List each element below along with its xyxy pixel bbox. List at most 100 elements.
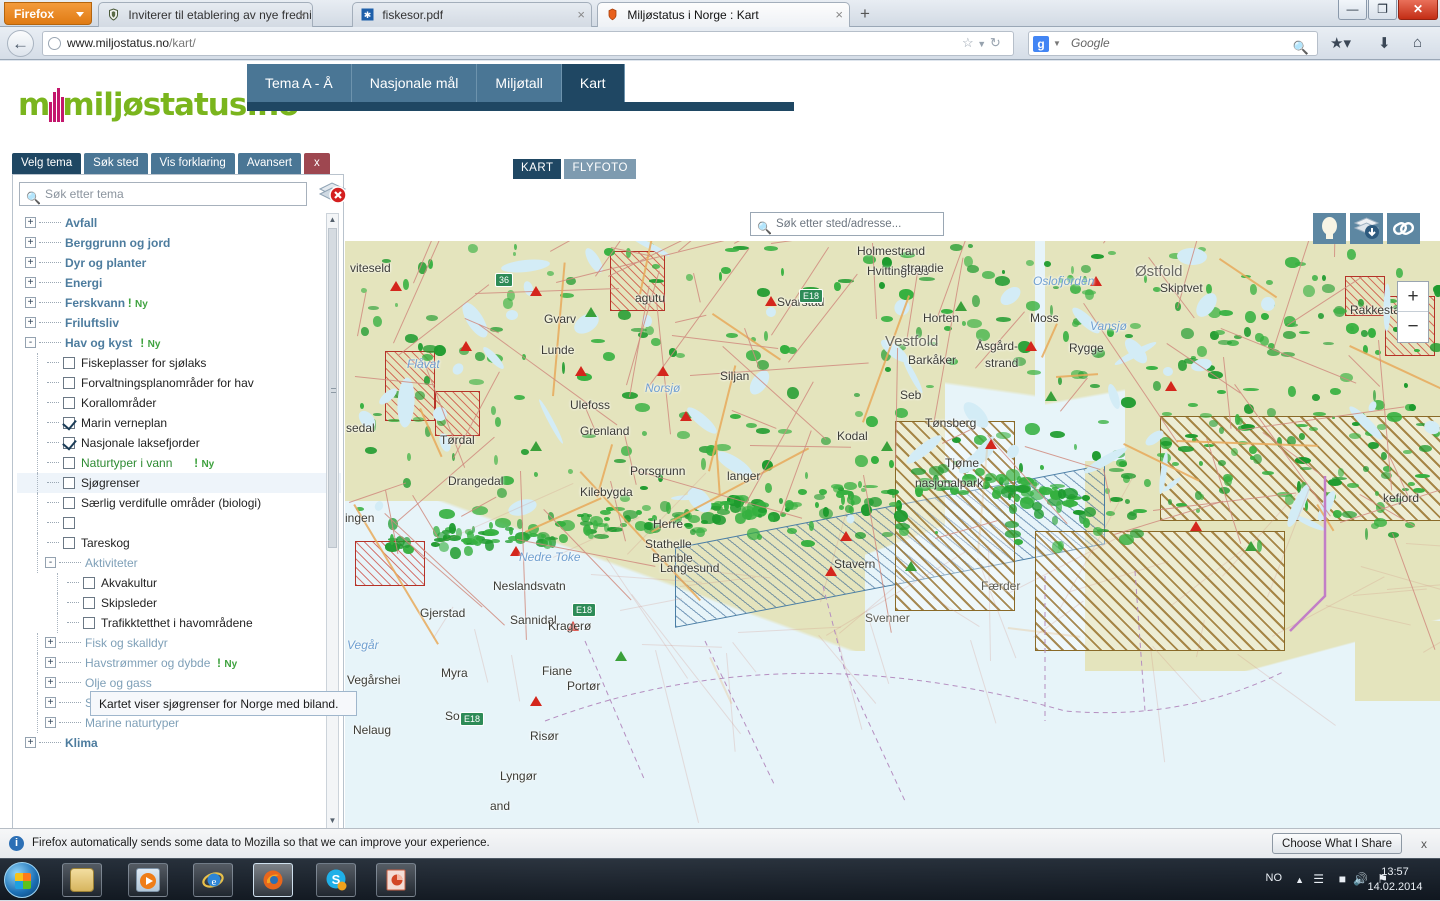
tree-category-row[interactable]: + Berggrunn og jord [17,233,341,253]
lightbulb-icon[interactable] [1313,213,1346,244]
tab-sok-sted[interactable]: Søk sted [84,153,148,174]
close-panel-button[interactable]: x [304,153,330,174]
map-mode-kart[interactable]: KART [513,159,562,179]
tree-category-row[interactable]: + Dyr og planter [17,253,341,273]
tree-category-row[interactable]: + Marine naturtyper [17,713,341,733]
tab-velg-tema[interactable]: Velg tema [12,153,82,174]
tab-close-icon[interactable]: × [577,3,585,27]
collapse-icon[interactable]: - [45,557,56,568]
tree-category-row[interactable]: - Hav og kyst ! Ny [17,333,341,353]
map-mode-flyfoto[interactable]: FLYFOTO [564,159,636,179]
powerpoint-icon[interactable] [376,863,416,897]
scroll-down-icon[interactable]: ▼ [327,815,338,828]
link-share-icon[interactable] [1387,213,1420,244]
back-button[interactable]: ← [7,30,34,57]
nav-item-nasjonale-mal[interactable]: Nasjonale mål [351,64,478,102]
firefox-icon[interactable] [253,863,293,897]
media-player-icon[interactable] [128,863,168,897]
layer-checkbox[interactable] [63,437,75,449]
expand-icon[interactable]: + [25,257,36,268]
theme-tree-scrollbar[interactable]: ▲ ▼ [326,213,339,828]
search-bar[interactable]: g ▼ Google 🔍 [1028,31,1318,56]
layer-checkbox[interactable] [63,357,75,369]
tree-layer-row[interactable]: Særlig verdifulle områder (biologi) [17,493,341,513]
layer-checkbox[interactable] [63,497,75,509]
map-zoom-control[interactable]: + − [1397,281,1429,343]
tab-close-icon[interactable]: × [835,3,843,27]
tree-layer-row[interactable]: Korallområder [17,393,341,413]
tab-avansert[interactable]: Avansert [237,153,301,174]
tree-category-row[interactable]: + Olje og gass [17,673,341,693]
internet-explorer-icon[interactable]: e [193,863,233,897]
nav-item-tema[interactable]: Tema A - Å [247,64,352,102]
tab-vis-forklaring[interactable]: Vis forklaring [150,153,235,174]
minimize-button[interactable]: — [1338,0,1367,20]
tree-category-row[interactable]: + Klima [17,733,341,753]
tree-layer-row[interactable]: Akvakultur [17,573,341,593]
zoom-out-button[interactable]: − [1398,312,1428,342]
layer-checkbox[interactable] [63,517,75,529]
browser-tab-2[interactable]: ✱ fiskesor.pdf × [352,2,592,27]
collapse-icon[interactable]: - [25,337,36,348]
tree-category-row[interactable]: + Avfall [17,213,341,233]
tree-layer-row[interactable]: Forvaltningsplanområder for hav [17,373,341,393]
tree-layer-row[interactable]: Marin verneplan [17,413,341,433]
layer-checkbox[interactable] [63,397,75,409]
network-icon[interactable]: ☰ [1313,872,1324,886]
tree-category-row[interactable]: - Aktiviteter [17,553,341,573]
notification-close-icon[interactable]: x [1421,837,1427,851]
tab-close-icon[interactable]: × [298,3,306,27]
search-icon[interactable]: 🔍 [1293,36,1309,59]
close-button[interactable]: ✕ [1398,0,1438,20]
explorer-icon[interactable] [62,863,102,897]
tree-category-row[interactable]: + Friluftsliv [17,313,341,333]
expand-icon[interactable]: + [25,317,36,328]
new-tab-button[interactable]: + [854,4,876,25]
home-icon[interactable]: ⌂ [1413,34,1422,51]
layer-checkbox[interactable] [83,597,95,609]
url-bar[interactable]: www.miljostatus.no/kart/ [42,31,1014,56]
layers-remove-icon[interactable] [317,178,349,208]
expand-icon[interactable]: + [45,717,56,728]
tree-layer-row[interactable]: Skipsleder [17,593,341,613]
chevron-down-icon[interactable]: ▼ [977,39,986,49]
tree-category-row[interactable]: + Fisk og skalldyr [17,633,341,653]
bookmark-star-icon[interactable]: ☆ [962,35,974,50]
downloads-icon[interactable]: ⬇ [1378,34,1391,52]
expand-icon[interactable]: + [25,217,36,228]
tree-layer-row[interactable]: Fiskeplasser for sjølaks [17,353,341,373]
zoom-in-button[interactable]: + [1398,282,1428,312]
layer-checkbox[interactable] [63,417,75,429]
nav-item-kart[interactable]: Kart [561,64,625,102]
expand-icon[interactable]: + [25,297,36,308]
theme-tree[interactable]: + Avfall + Berggrunn og jord + Dyr og planter… [17,213,341,828]
place-search-input[interactable]: 🔍 Søk etter sted/adresse... [750,212,944,236]
chevron-down-icon[interactable]: ▼ [1053,32,1061,55]
skype-icon[interactable]: S [316,863,356,897]
expand-icon[interactable]: + [25,237,36,248]
tree-layer-row[interactable]: Nasjonale laksefjorder [17,433,341,453]
layer-checkbox[interactable] [63,477,75,489]
tray-expand-icon[interactable]: ▲ [1295,875,1304,885]
restore-button[interactable]: ❐ [1368,0,1397,20]
tree-category-row[interactable]: + Energi [17,273,341,293]
layer-checkbox[interactable] [63,537,75,549]
layer-checkbox[interactable] [83,577,95,589]
scrollbar-thumb[interactable] [328,228,337,548]
scroll-up-icon[interactable]: ▲ [327,214,338,227]
tree-layer-row[interactable] [17,513,341,533]
reload-icon[interactable]: ↻ [990,35,1001,50]
expand-icon[interactable]: + [25,737,36,748]
tree-layer-row[interactable]: Tareskog [17,533,341,553]
firefox-menu-button[interactable]: Firefox [4,2,92,25]
tree-category-row[interactable]: + Ferskvann! Ny [17,293,341,313]
layer-checkbox[interactable] [63,457,75,469]
tree-layer-row[interactable]: Sjøgrenser [17,473,341,493]
tray-clock[interactable]: 13:57 14.02.2014 [1362,865,1428,895]
layer-checkbox[interactable] [63,377,75,389]
layer-checkbox[interactable] [83,617,95,629]
expand-icon[interactable]: + [45,677,56,688]
tray-language[interactable]: NO [1266,872,1283,884]
theme-search-input[interactable]: 🔍 Søk etter tema [19,182,307,206]
expand-icon[interactable]: + [25,277,36,288]
